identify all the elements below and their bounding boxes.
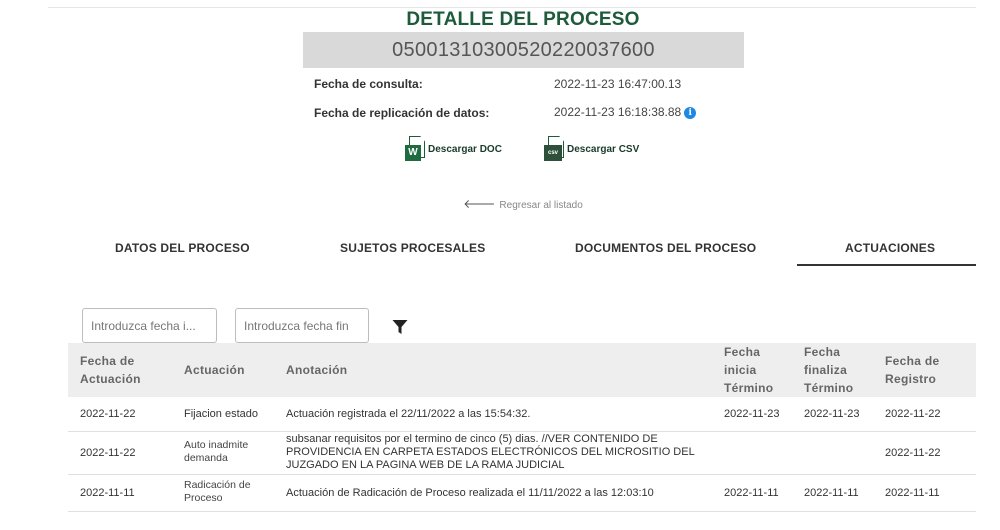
cell-fecha-finaliza: 2022-11-23 — [804, 408, 860, 420]
cell-actuacion: Fijacion estado — [184, 408, 258, 420]
cell-fecha-actuacion: 2022-11-11 — [80, 487, 135, 499]
cell-anotacion: Actuación de Radicación de Proceso reali… — [286, 487, 654, 499]
csv-file-icon: csv — [544, 136, 564, 162]
cell-fecha-registro: 2022-11-22 — [885, 447, 941, 459]
replicacion-value-wrapper: 2022-11-23 16:18:38.88 i — [554, 105, 697, 119]
cell-actuacion: Auto inadmite demanda — [184, 439, 249, 464]
header-actuacion[interactable]: Actuación — [184, 361, 245, 379]
replicacion-label: Fecha de replicación de datos: — [314, 106, 490, 120]
header-fecha-finaliza[interactable]: Fecha finaliza Término — [804, 343, 853, 397]
cell-fecha-inicia: 2022-11-23 — [724, 408, 780, 420]
page-title: DETALLE DEL PROCESO — [406, 9, 640, 30]
cell-anotacion: Actuación registrada el 22/11/2022 a las… — [286, 408, 531, 420]
back-link-label: Regresar al listado — [499, 200, 583, 211]
cell-fecha-actuacion: 2022-11-22 — [80, 408, 136, 420]
start-date-input[interactable] — [82, 308, 217, 343]
cell-fecha-actuacion: 2022-11-22 — [80, 447, 136, 459]
cell-fecha-registro: 2022-11-22 — [885, 408, 941, 420]
header-fecha-inicia[interactable]: Fecha inicia Término — [724, 343, 773, 397]
tab-actuaciones[interactable]: ACTUACIONES — [845, 241, 935, 255]
table-row: 2022-11-11 Radicación de Proceso Actuaci… — [68, 475, 976, 512]
table-header: Fecha de Actuación Actuación Anotación F… — [68, 343, 976, 397]
top-divider — [48, 7, 976, 8]
back-to-list-link[interactable]: 🡐 Regresar al listado — [0, 196, 1000, 211]
download-csv-label: Descargar CSV — [567, 143, 640, 155]
download-csv-button[interactable]: csv Descargar CSV — [544, 136, 639, 162]
tab-datos-del-proceso[interactable]: DATOS DEL PROCESO — [115, 241, 250, 255]
header-fecha-registro[interactable]: Fecha de Registro — [885, 352, 939, 388]
tab-sujetos-procesales[interactable]: SUJETOS PROCESALES — [340, 241, 485, 255]
cell-fecha-finaliza: 2022-11-11 — [804, 487, 859, 499]
end-date-input[interactable] — [235, 308, 369, 343]
cell-actuacion: Radicación de Proceso — [184, 479, 251, 504]
radicado-number: 05001310300520220037600 — [303, 32, 744, 68]
download-doc-label: Descargar DOC — [428, 143, 502, 155]
consulta-label: Fecha de consulta: — [314, 77, 423, 91]
filter-icon[interactable] — [392, 319, 408, 335]
consulta-value: 2022-11-23 16:47:00.13 — [554, 77, 682, 91]
header-fecha-actuacion[interactable]: Fecha de Actuación — [80, 352, 141, 388]
arrow-left-icon: 🡐 — [463, 197, 496, 211]
word-file-icon: W — [405, 136, 425, 162]
info-icon[interactable]: i — [684, 107, 697, 119]
table-row: 2022-11-22 Fijacion estado Actuación reg… — [68, 397, 976, 432]
active-tab-indicator — [797, 264, 976, 266]
replicacion-value: 2022-11-23 16:18:38.88 — [554, 105, 682, 119]
table-row: 2022-11-22 Auto inadmite demanda subsana… — [68, 432, 976, 475]
cell-fecha-inicia: 2022-11-11 — [724, 487, 779, 499]
tab-documentos-del-proceso[interactable]: DOCUMENTOS DEL PROCESO — [575, 241, 756, 255]
header-anotacion[interactable]: Anotación — [286, 361, 347, 379]
download-doc-button[interactable]: W Descargar DOC — [405, 136, 502, 162]
cell-fecha-registro: 2022-11-11 — [885, 487, 940, 499]
cell-anotacion: subsanar requisitos por el termino de ci… — [286, 433, 695, 471]
